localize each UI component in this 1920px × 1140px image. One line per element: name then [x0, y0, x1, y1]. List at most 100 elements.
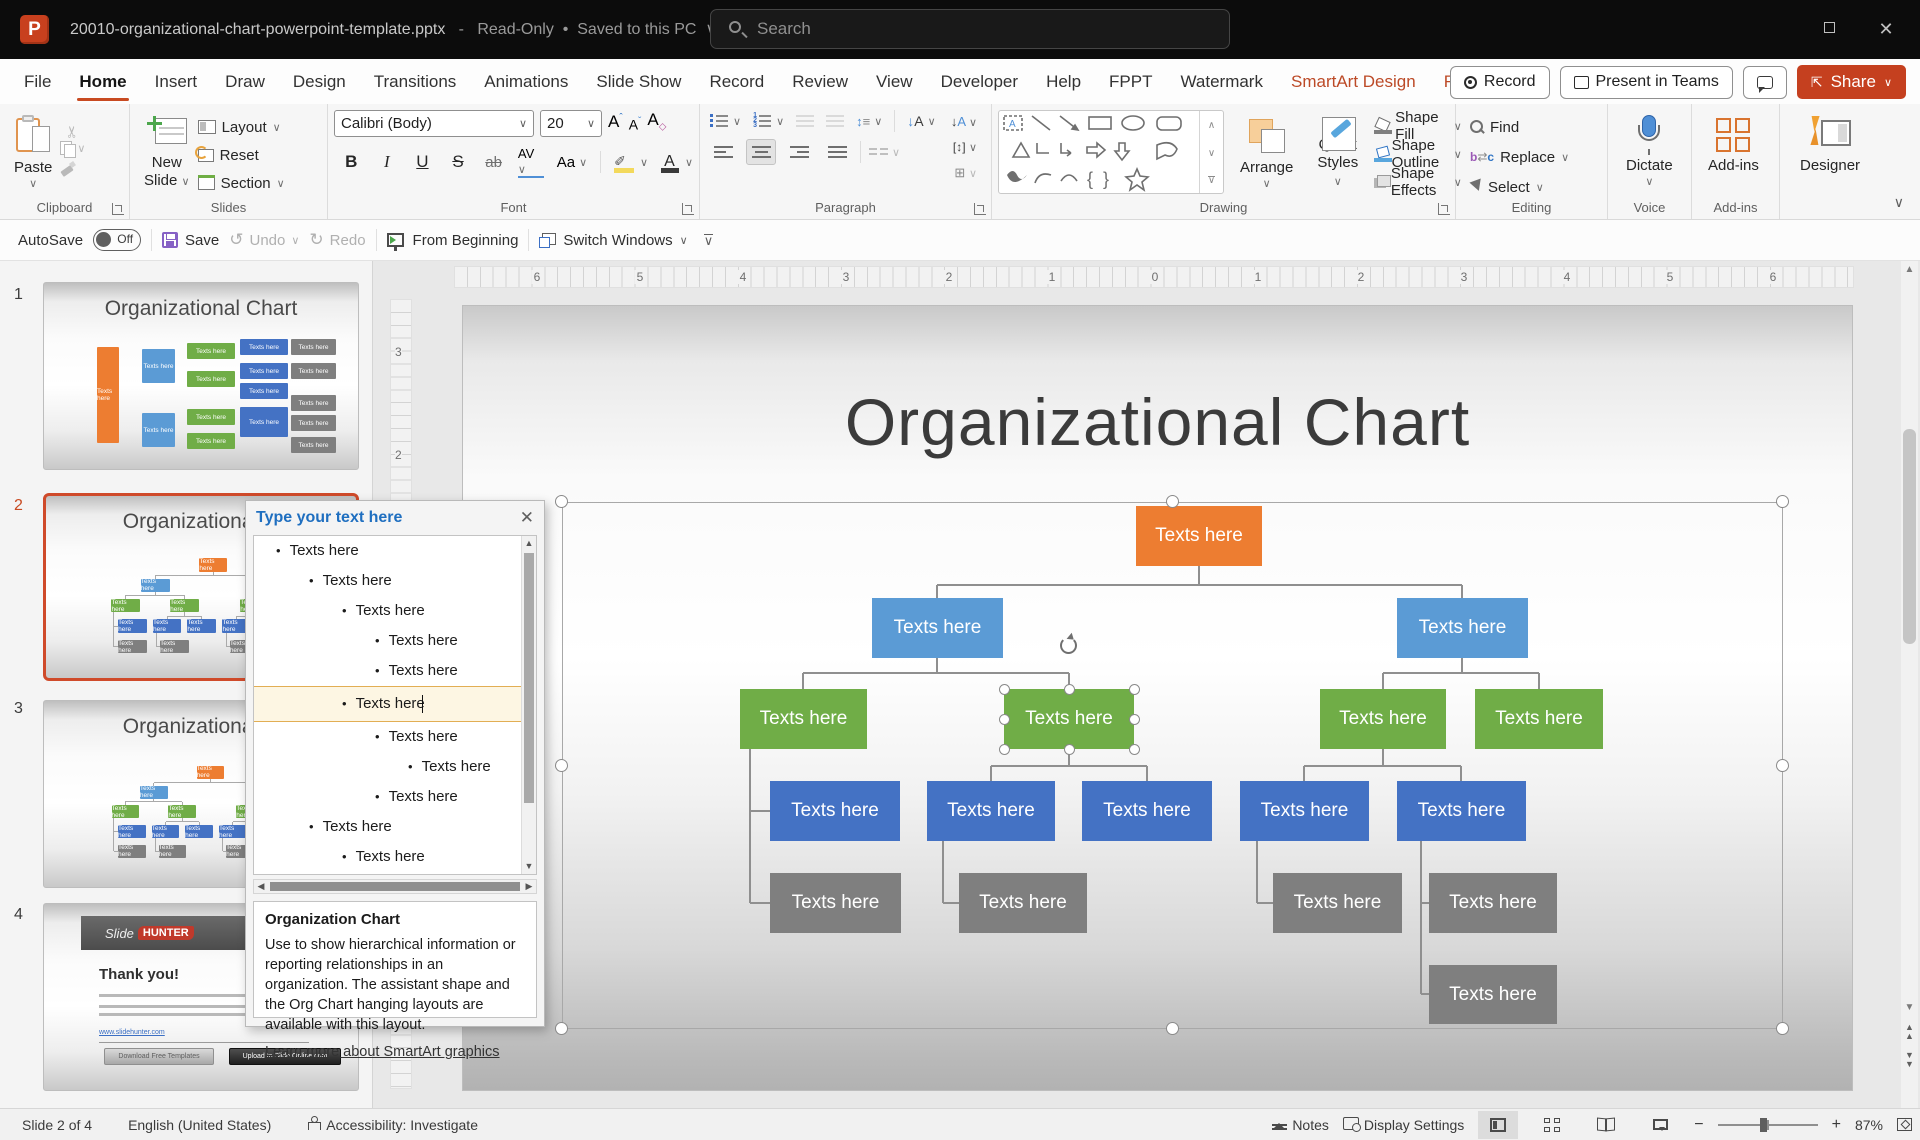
shape-outline-button[interactable]: Shape Outline∨	[1374, 141, 1462, 167]
text-pane-item[interactable]: •Texts here	[254, 656, 536, 686]
increase-font-size-button[interactable]: Aˆ	[608, 110, 623, 137]
text-pane-vscrollbar[interactable]: ▲ ▼	[521, 536, 536, 874]
columns-button[interactable]	[869, 145, 888, 159]
arrange-button[interactable]: Arrange ∨	[1232, 110, 1301, 194]
strikethrough-button[interactable]: ab	[482, 154, 505, 171]
select-button[interactable]: Select∨	[1470, 174, 1601, 200]
slide-sorter-view-button[interactable]	[1532, 1111, 1572, 1139]
zoom-in-button[interactable]: +	[1832, 1116, 1841, 1134]
replace-button[interactable]: b⇄cReplace∨	[1470, 144, 1601, 170]
org-chart-node[interactable]: Texts here	[1397, 781, 1526, 841]
cut-icon[interactable]: ✂	[63, 113, 83, 138]
slide1-thumbnail[interactable]: Organizational Chart Texts hereTexts her…	[43, 282, 359, 470]
org-chart-node[interactable]: Texts here	[927, 781, 1055, 841]
section-button[interactable]: Section∨	[198, 170, 285, 196]
format-painter-icon[interactable]	[60, 161, 75, 176]
zoom-level[interactable]: 87%	[1855, 1117, 1883, 1133]
tab-help[interactable]: Help	[1032, 59, 1095, 104]
org-chart-node[interactable]: Texts here	[770, 873, 901, 933]
shape-handle[interactable]	[1129, 714, 1140, 725]
org-chart-node[interactable]: Texts here	[1240, 781, 1369, 841]
zoom-slider[interactable]	[1718, 1124, 1818, 1126]
character-spacing-button[interactable]: AV ∨	[518, 146, 544, 178]
text-pane-item[interactable]: •Texts here	[254, 626, 536, 656]
qat-more-commands-icon[interactable]: ∨	[704, 234, 714, 246]
from-beginning-button[interactable]: From Beginning	[387, 232, 519, 249]
search-box[interactable]	[710, 9, 1230, 49]
zoom-slider-thumb[interactable]	[1760, 1118, 1767, 1132]
addins-button[interactable]: Add-ins	[1700, 110, 1767, 194]
powerpoint-app-icon[interactable]: P	[20, 15, 49, 44]
underline-button[interactable]: U	[411, 152, 434, 172]
tab-fppt[interactable]: FPPT	[1095, 59, 1166, 104]
zoom-out-button[interactable]: −	[1694, 1116, 1703, 1134]
tab-design[interactable]: Design	[279, 59, 360, 104]
present-in-teams-button[interactable]: Present in Teams	[1560, 66, 1733, 99]
text-direction-button[interactable]: ↓A	[907, 113, 923, 129]
shape-fill-button[interactable]: Shape Fill∨	[1374, 113, 1462, 139]
quick-styles-button[interactable]: QuickStyles ∨	[1309, 110, 1366, 194]
frame-handle[interactable]	[1166, 495, 1179, 508]
text-pane-hscrollbar[interactable]: ◀ ▶	[253, 879, 537, 894]
text-pane-item[interactable]: •Texts here	[254, 782, 536, 812]
paste-button[interactable]: Paste ∨	[6, 110, 60, 194]
paragraph-dialog-launcher[interactable]	[974, 203, 986, 215]
shadow-strike-button[interactable]: S	[447, 152, 470, 172]
fit-to-window-icon[interactable]	[1897, 1118, 1912, 1131]
record-button[interactable]: Record	[1450, 66, 1550, 99]
tab-view[interactable]: View	[862, 59, 927, 104]
language-indicator[interactable]: English (United States)	[128, 1117, 271, 1133]
tab-watermark[interactable]: Watermark	[1166, 59, 1277, 104]
change-case-button[interactable]: Aa	[557, 154, 575, 171]
designer-button[interactable]: Designer	[1792, 110, 1868, 194]
text-pane-item[interactable]: •Texts here	[254, 812, 536, 842]
drawing-dialog-launcher[interactable]	[1438, 203, 1450, 215]
frame-handle[interactable]	[1776, 495, 1789, 508]
undo-button[interactable]: ↺Undo∨	[229, 230, 299, 250]
slide-canvas[interactable]: Organizational Chart Texts hereTexts her…	[463, 306, 1852, 1090]
text-pane-close-icon[interactable]: ✕	[520, 508, 534, 528]
org-chart-node[interactable]: Texts here	[1004, 689, 1134, 749]
frame-handle[interactable]	[555, 759, 568, 772]
accessibility-status[interactable]: Accessibility: Investigate	[307, 1116, 478, 1133]
tab-home[interactable]: Home	[65, 59, 140, 104]
shape-handle[interactable]	[999, 744, 1010, 755]
justify-button[interactable]	[822, 139, 852, 165]
org-chart-node[interactable]: Texts here	[740, 689, 867, 749]
frame-handle[interactable]	[1776, 1022, 1789, 1035]
vertical-scrollbar[interactable]: ▲ ▼ ▲▲ ▼▼	[1901, 261, 1918, 1108]
pane-scroll-right-icon[interactable]: ▶	[522, 880, 536, 893]
reset-button[interactable]: Reset	[198, 142, 285, 168]
share-button[interactable]: ⇱ Share ∨	[1797, 65, 1906, 99]
dictate-button[interactable]: Dictate ∨	[1618, 110, 1681, 194]
frame-handle[interactable]	[555, 1022, 568, 1035]
notes-button[interactable]: Notes	[1272, 1117, 1329, 1133]
tab-draw[interactable]: Draw	[211, 59, 279, 104]
tab-record[interactable]: Record	[695, 59, 778, 104]
org-chart-node[interactable]: Texts here	[770, 781, 900, 841]
tab-animations[interactable]: Animations	[470, 59, 582, 104]
text-pane-item[interactable]: •Texts here	[254, 686, 536, 722]
convert-to-smartart-button[interactable]: ⊞ ∨	[954, 165, 977, 181]
text-pane-item[interactable]: •Texts here	[254, 536, 536, 566]
shapes-gallery[interactable]: A	[998, 110, 1224, 194]
text-pane-item[interactable]: •Texts here	[254, 596, 536, 626]
redo-button[interactable]: ↻Redo	[309, 230, 365, 250]
tab-slide-show[interactable]: Slide Show	[582, 59, 695, 104]
find-button[interactable]: Find	[1470, 114, 1601, 140]
org-chart-node[interactable]: Texts here	[1429, 965, 1557, 1024]
tab-insert[interactable]: Insert	[141, 59, 212, 104]
shapes-scroll-down-icon[interactable]: ∨	[1208, 148, 1215, 159]
previous-slide-button[interactable]: ▲▲	[1901, 1023, 1918, 1045]
next-slide-button[interactable]: ▼▼	[1901, 1051, 1918, 1073]
smartart-learn-more-link[interactable]: Learn more about SmartArt graphics	[265, 1044, 500, 1060]
clipboard-dialog-launcher[interactable]	[112, 203, 124, 215]
italic-button[interactable]: I	[376, 152, 399, 172]
reading-view-button[interactable]	[1586, 1111, 1626, 1139]
font-name-combo[interactable]: Calibri (Body)∨	[334, 110, 534, 137]
org-chart-node[interactable]: Texts here	[959, 873, 1087, 933]
autosave-toggle[interactable]: Off	[93, 229, 141, 251]
shape-handle[interactable]	[1129, 744, 1140, 755]
slideshow-view-button[interactable]	[1640, 1111, 1680, 1139]
font-size-combo[interactable]: 20∨	[540, 110, 602, 137]
